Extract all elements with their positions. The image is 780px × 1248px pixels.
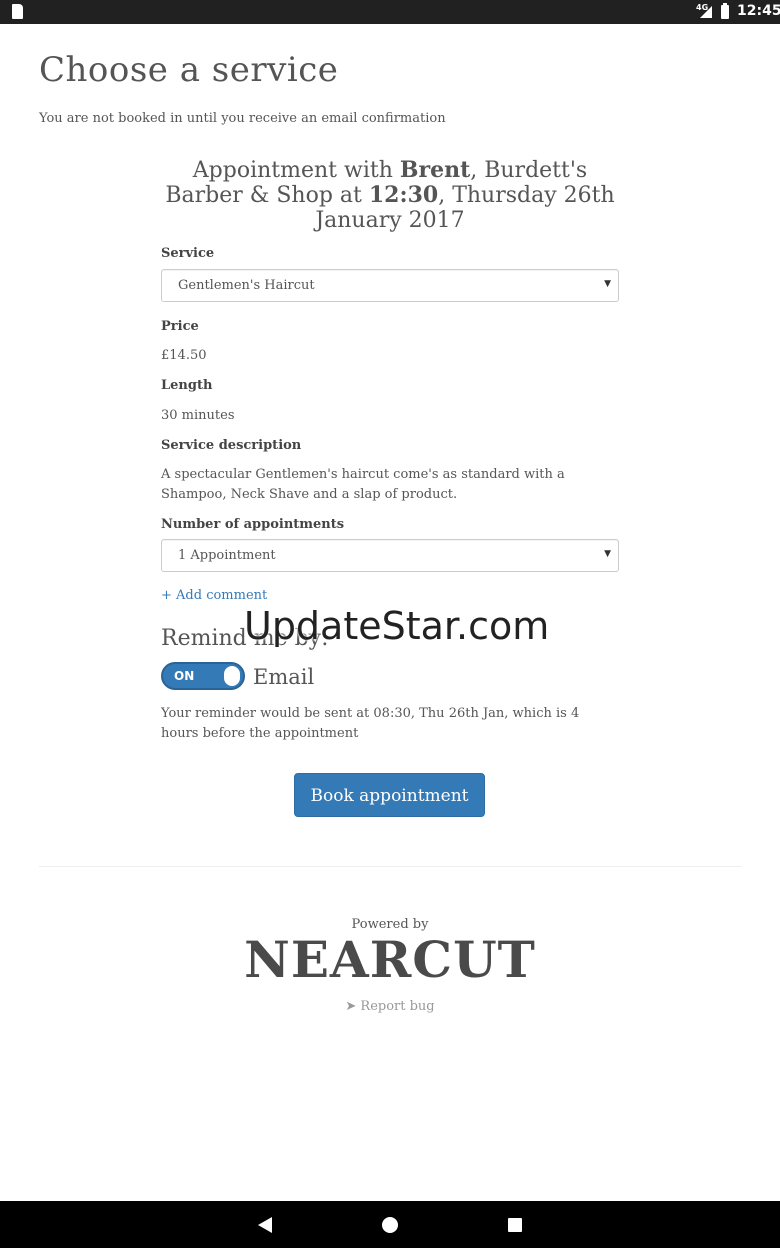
nearcut-logo[interactable]: NEARCUT: [0, 930, 780, 989]
toggle-knob: [224, 666, 240, 686]
service-select[interactable]: Gentlemen's Haircut ▼: [161, 269, 619, 302]
appointments-select-value: 1 Appointment: [178, 548, 276, 563]
email-reminder-toggle[interactable]: ON: [161, 662, 245, 690]
recent-apps-icon[interactable]: [508, 1218, 522, 1232]
add-comment-link[interactable]: + Add comment: [161, 588, 267, 603]
appointment-time: 12:30: [368, 182, 439, 208]
price-label: Price: [161, 319, 199, 334]
battery-icon: [721, 3, 729, 19]
navigation-bar: [0, 1201, 780, 1248]
status-bar: 4G 12:45: [0, 0, 780, 24]
service-label: Service: [161, 246, 215, 261]
book-appointment-button[interactable]: Book appointment: [294, 773, 485, 817]
page-title: Choose a service: [39, 50, 339, 90]
toggle-state: ON: [174, 669, 195, 683]
length-value: 30 minutes: [161, 408, 235, 423]
report-bug-link[interactable]: ➤ Report bug: [0, 999, 780, 1014]
booking-notice: You are not booked in until you receive …: [39, 111, 446, 126]
service-description: A spectacular Gentlemen's haircut come's…: [161, 467, 565, 502]
price-value: £14.50: [161, 348, 207, 363]
dropdown-caret-icon: ▼: [604, 549, 611, 559]
home-icon[interactable]: [382, 1217, 398, 1233]
signal-icon: [700, 6, 712, 18]
paper-plane-icon: ➤: [345, 999, 357, 1014]
barber-name: Brent: [399, 157, 471, 183]
appointment-prefix: Appointment with: [192, 158, 400, 183]
appointment-heading: Appointment with Brent, Burdett's Barber…: [160, 157, 620, 234]
toggle-label: Email: [253, 665, 315, 689]
service-select-value: Gentlemen's Haircut: [178, 278, 315, 293]
dropdown-caret-icon: ▼: [604, 279, 611, 289]
reminder-note: Your reminder would be sent at 08:30, Th…: [161, 706, 580, 741]
appointments-select[interactable]: 1 Appointment ▼: [161, 539, 619, 572]
watermark: UpdateStar.com: [244, 604, 550, 648]
sd-card-icon: [12, 4, 23, 19]
back-icon[interactable]: [258, 1217, 272, 1233]
length-label: Length: [161, 378, 213, 393]
appointments-label: Number of appointments: [161, 517, 345, 532]
report-bug-label: Report bug: [360, 999, 435, 1014]
description-label: Service description: [161, 438, 302, 453]
status-time: 12:45: [737, 3, 780, 19]
divider: [39, 866, 741, 867]
